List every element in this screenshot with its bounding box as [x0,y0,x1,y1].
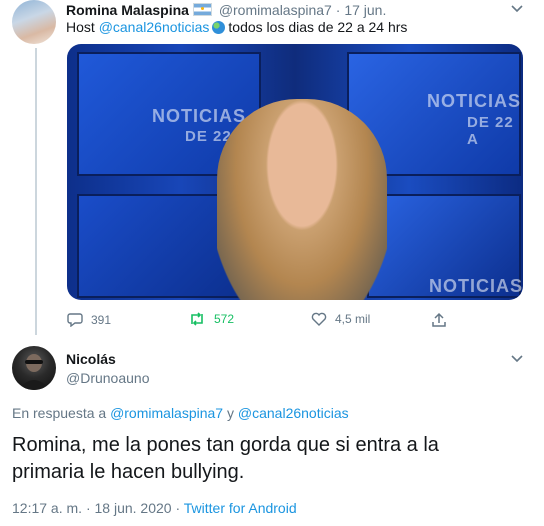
argentina-flag-icon [192,3,212,16]
studio-text: NOTICIAS [152,106,247,126]
tweet-text-suffix: todos los dias de 22 a 24 hrs [228,19,408,35]
mention-link[interactable]: @romimalaspina7 [110,405,223,421]
reply-author-name[interactable]: Nicolás [66,351,116,367]
tweet-image[interactable]: NOTICIAS DE 22 NOTICIAS DE 22 A NOTICIAS [67,44,523,300]
reply-icon [67,312,83,330]
share-action[interactable] [431,312,455,331]
tweet-text: Host @canal26noticias todos los dias de 2… [66,19,407,35]
mention-link[interactable]: @canal26noticias [99,19,210,35]
studio-text: DE 22 A [467,114,514,148]
chevron-down-icon[interactable] [511,352,523,366]
reply-count: 391 [91,313,112,327]
studio-text: NOTICIAS [429,276,523,296]
tweet-meta: 12:17 a. m. · 18 jun. 2020 · Twitter for… [12,500,297,516]
share-icon [431,312,447,331]
reply-tweet-text: Romina, me la pones tan gorda que si ent… [12,434,439,483]
retweet-count: 572 [214,312,235,326]
heart-icon [311,312,327,329]
reply-context-label: En respuesta a [12,405,107,421]
avatar-figure-icon [18,354,50,390]
reply-context-conjunction: y [227,405,234,421]
like-action[interactable]: 4,5 mil [311,312,370,329]
separator-dot: · [175,500,181,516]
retweet-action[interactable]: 572 [188,312,234,329]
tweet-text-prefix: Host [66,19,95,35]
mention-link[interactable]: @canal26noticias [238,405,349,421]
tweet-date[interactable]: 17 jun. [344,2,386,18]
reply-context: En respuesta a @romimalaspina7 y @canal2… [12,405,349,421]
tweet-time[interactable]: 12:17 a. m. [12,500,82,516]
presenter-photo [217,99,387,300]
separator-dot: · [335,2,341,18]
author-handle[interactable]: @romimalaspina7 [219,2,332,18]
studio-text: NOTICIAS [427,91,522,111]
retweet-icon [188,312,206,329]
tweet-header: Romina Malaspina @romimalaspina7 · 17 ju… [66,2,386,18]
thread-line [35,48,37,335]
tweet-full-date[interactable]: 18 jun. 2020 [95,500,172,516]
separator-dot: · [85,500,91,516]
author-name[interactable]: Romina Malaspina [66,2,189,18]
tweet-source-link[interactable]: Twitter for Android [184,500,297,516]
reply-author-handle[interactable]: @Drunoauno [66,370,150,386]
reply-action[interactable]: 391 [67,312,111,330]
avatar[interactable] [12,346,56,390]
avatar[interactable] [12,0,56,44]
chevron-down-icon[interactable] [511,2,523,16]
like-count: 4,5 mil [335,312,371,326]
globe-emoji-icon [212,21,226,34]
